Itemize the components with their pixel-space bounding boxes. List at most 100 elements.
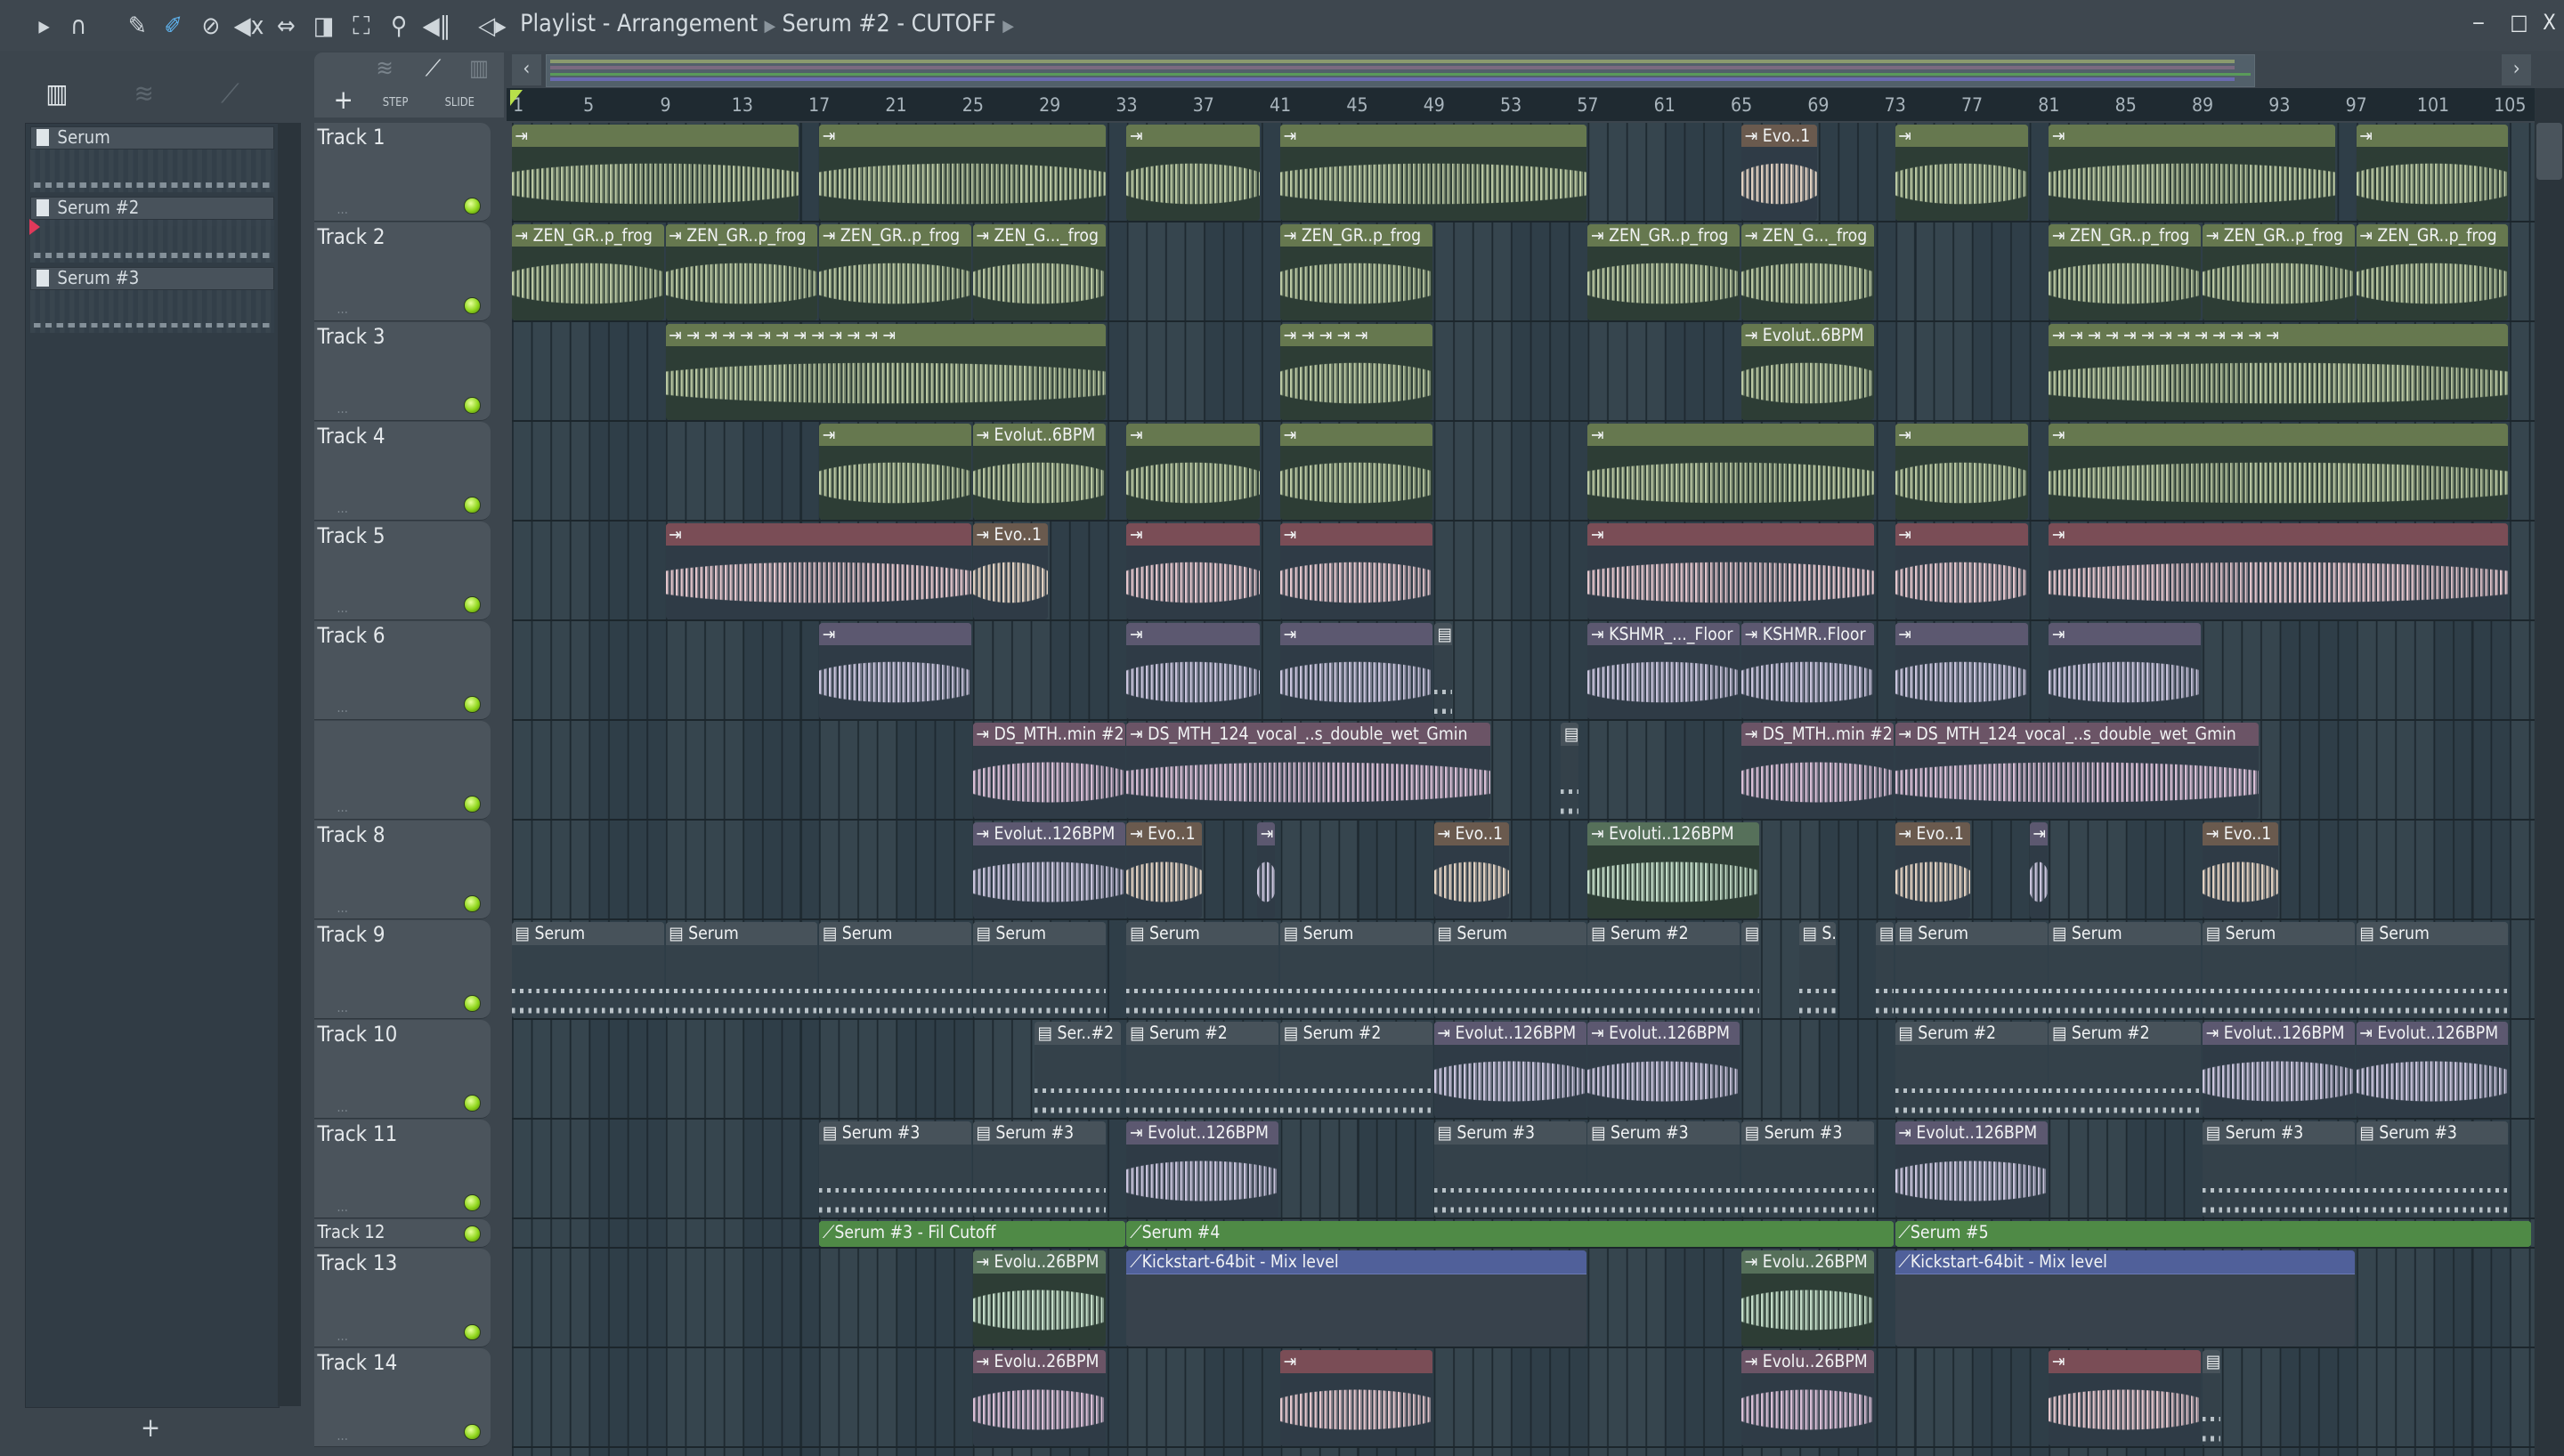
audio-clip[interactable]: ⇥ ⇥ ⇥ ⇥ ⇥ [1280, 323, 1432, 421]
audio-clip[interactable]: ⇥ [1895, 423, 2028, 521]
track-header[interactable]: Track 2... [313, 222, 491, 321]
automation-clip[interactable]: ⟋Serum #4 [1126, 1221, 1894, 1248]
track-options-icon[interactable]: ... [337, 302, 348, 317]
pattern-clip[interactable]: ▤ Serum #3 [1741, 1120, 1875, 1218]
audio-clip[interactable]: ⇥ ZEN_GR..p_frog [2203, 223, 2355, 320]
pattern-clip-icon[interactable]: ▥ [469, 55, 489, 82]
pattern-clip[interactable]: ▤ Serum [665, 921, 818, 1019]
track-header[interactable]: Track 11... [313, 1120, 491, 1219]
audio-clip[interactable]: ⇥ [1126, 423, 1260, 521]
audio-clip[interactable]: ⇥ [1126, 124, 1260, 221]
track-enable-led[interactable] [464, 397, 481, 414]
pattern-clip[interactable]: ▤ Serum [1433, 921, 1586, 1019]
track-header[interactable]: Track 1... [313, 122, 491, 222]
track-options-icon[interactable]: ... [337, 501, 348, 516]
audio-clip[interactable]: ⇥ [1280, 423, 1432, 521]
audio-clip[interactable]: ⇥ [1280, 124, 1586, 221]
automation-clip[interactable]: ⟋Kickstart-64bit - Mix level [1126, 1250, 1586, 1347]
audio-clip[interactable]: ⇥ Evo..1 [972, 522, 1049, 620]
audio-clip[interactable]: ⇥ Evolut..126BPM [1433, 1021, 1586, 1119]
track-options-icon[interactable]: ... [337, 901, 348, 916]
pattern-clip[interactable]: ▤ Serum [511, 921, 664, 1019]
track-options-icon[interactable]: ... [337, 401, 348, 417]
audio-clip[interactable]: ⇥ [1895, 522, 2028, 620]
magnet-snap-icon[interactable]: ∩ [64, 12, 93, 41]
audio-clip[interactable]: ⇥ Evolut..126BPM [1126, 1120, 1279, 1218]
track-enable-led[interactable] [464, 596, 481, 613]
track-options-icon[interactable]: ... [337, 1428, 348, 1444]
pattern-header[interactable]: Serum #3 [30, 267, 274, 291]
audio-clip[interactable]: ⇥ [1895, 124, 2028, 221]
audio-clip[interactable]: ⇥ ZEN_GR..p_frog [511, 223, 664, 320]
audio-clip[interactable]: ⇥ Evo..1 [1741, 124, 1817, 221]
track-name[interactable]: Track 2 [317, 224, 385, 249]
audio-clip[interactable]: ⇥ Evolut..126BPM [972, 821, 1125, 919]
automation-clip[interactable]: ⟋Kickstart-64bit - Mix level [1895, 1250, 2355, 1347]
audio-clip[interactable]: ⇥ Evolut..126BPM [2203, 1021, 2355, 1119]
audio-clip[interactable]: ⇥ [1280, 1350, 1432, 1447]
track-name[interactable]: Track 1 [317, 125, 385, 150]
audio-clip[interactable]: ⇥ ZEN_GR..p_frog [2356, 223, 2509, 320]
pattern-clip[interactable]: ▤ Serum #2 [2049, 1021, 2202, 1119]
pattern-clip[interactable]: ▤ [2203, 1350, 2220, 1447]
track-enable-led[interactable] [464, 895, 481, 912]
audio-clip[interactable]: ⇥ Evolut..6BPM [972, 423, 1107, 521]
audio-clip-icon[interactable]: ≋ [376, 55, 393, 82]
audio-clip[interactable]: ⇥ [1587, 522, 1875, 620]
track-header[interactable]: Track 13... [313, 1249, 491, 1348]
track-header[interactable]: ... [313, 720, 491, 821]
pattern-clip[interactable]: ▤ [1561, 722, 1578, 820]
track-options-icon[interactable]: ... [337, 1100, 348, 1115]
pattern-clip[interactable]: ▤ S.. [1798, 921, 1837, 1019]
pattern-header[interactable]: Serum [30, 126, 274, 150]
track-name[interactable]: Track 3 [317, 324, 385, 349]
track-enable-led[interactable] [464, 198, 481, 214]
track-options-icon[interactable]: ... [337, 1000, 348, 1015]
slice-icon[interactable]: ◨ [309, 12, 338, 41]
track-name[interactable]: Track 13 [317, 1250, 397, 1275]
track-name[interactable]: Track 14 [317, 1350, 397, 1375]
track-options-icon[interactable]: ... [337, 800, 348, 815]
automation-icon[interactable]: ⟋ [221, 78, 239, 109]
pattern-clip[interactable]: ▤ [1741, 921, 1759, 1019]
audio-clip[interactable]: ⇥ ZEN_GR..p_frog [819, 223, 971, 320]
pattern-clip[interactable]: ▤ Serum #3 [972, 1120, 1107, 1218]
audio-clip[interactable]: ⇥ ⇥ ⇥ ⇥ ⇥ ⇥ ⇥ ⇥ ⇥ ⇥ ⇥ ⇥ ⇥ [665, 323, 1107, 421]
play-arrow-icon[interactable]: ▸ [29, 12, 59, 41]
audio-clip[interactable]: ⇥ ⇥ ⇥ ⇥ ⇥ ⇥ ⇥ ⇥ ⇥ ⇥ ⇥ ⇥ ⇥ [2049, 323, 2509, 421]
mute-icon[interactable]: ◀x [234, 12, 264, 41]
pattern-clip[interactable]: ▤ Serum [2356, 921, 2509, 1019]
pattern-item[interactable]: Serum [30, 126, 274, 193]
audio-clip[interactable]: ⇥ [2049, 423, 2509, 521]
audio-clip[interactable]: ⇥ DS_MTH..min #2 [972, 722, 1125, 820]
track-enable-led[interactable] [464, 1323, 481, 1341]
delete-icon[interactable]: ⊘ [196, 12, 225, 41]
audio-wave-icon[interactable]: ≋ [134, 78, 154, 109]
pattern-item[interactable]: Serum #3 [30, 267, 274, 334]
pattern-header[interactable]: Serum #2 [30, 197, 274, 221]
playlist-grid[interactable]: ⇥ ⇥ ⇥ ⇥ ⇥ Evo..1 ⇥ ⇥ ⇥ ⇥ ZEN_GR..p_frog ⇥ … [511, 122, 2535, 1456]
scroll-left-button[interactable]: ‹ [511, 53, 541, 85]
audio-clip[interactable]: ⇥ KSHMR_..._Floor [1587, 622, 1740, 720]
vertical-scrollbar-thumb[interactable] [2536, 122, 2563, 181]
pattern-clip[interactable]: ▤ Serum #2 [1280, 1021, 1432, 1119]
track-enable-led[interactable] [464, 1423, 481, 1441]
audio-clip[interactable]: ⇥ Evo..1 [1126, 821, 1202, 919]
audio-clip[interactable]: ⇥ [1587, 423, 1875, 521]
audio-clip[interactable]: ⇥ [1280, 522, 1432, 620]
pattern-clip[interactable]: ▤ Serum [2203, 921, 2355, 1019]
track-header[interactable]: Track 10... [313, 1020, 491, 1120]
track-options-icon[interactable]: ... [337, 700, 348, 716]
add-track-button[interactable]: + [334, 85, 353, 115]
track-header[interactable]: Track 12 [313, 1219, 491, 1249]
title-pattern[interactable]: Serum #2 - CUTOFF [783, 10, 996, 37]
audio-clip[interactable]: ⇥ [1895, 622, 2028, 720]
audio-clip[interactable]: ⇥ [819, 124, 1107, 221]
paint-brush-icon[interactable]: ✐ [158, 12, 188, 41]
pattern-clip[interactable]: ▤ Serum #2 [1587, 921, 1740, 1019]
add-pattern-button[interactable]: + [141, 1412, 160, 1443]
track-name[interactable]: Track 12 [317, 1221, 385, 1242]
select-icon[interactable]: ⛶ [346, 12, 376, 41]
pattern-clip[interactable]: ▤ Serum #3 [2203, 1120, 2355, 1218]
pattern-clip[interactable]: ▤ Serum [2049, 921, 2202, 1019]
